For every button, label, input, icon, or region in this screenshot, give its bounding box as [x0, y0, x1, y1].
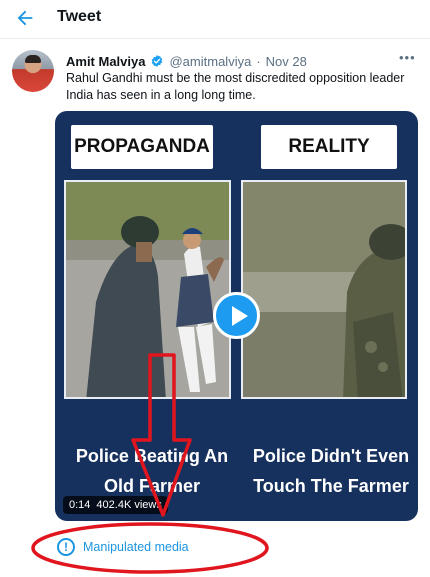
- right-caption: Police Didn't Even Touch The Farmer: [252, 446, 410, 496]
- tweet-header: Tweet: [0, 0, 430, 36]
- video-stats-badge: 0:14 402.4K views: [63, 496, 168, 514]
- label-reality: REALITY: [261, 125, 397, 169]
- page-title: Tweet: [57, 8, 102, 25]
- manipulated-media-notice[interactable]: ! Manipulated media: [57, 538, 189, 556]
- video-media[interactable]: PROPAGANDA REALITY Police Beating An Old…: [55, 111, 418, 521]
- video-time: 0:14: [69, 499, 91, 511]
- left-photo: [64, 180, 231, 399]
- info-circle-icon: !: [57, 538, 75, 556]
- tweet-text: Rahul Gandhi must be the most discredite…: [66, 71, 405, 102]
- left-caption: Police Beating An Old Farmer: [75, 446, 229, 496]
- arrow-left-icon[interactable]: [14, 7, 36, 29]
- header-divider: [0, 38, 430, 39]
- play-icon[interactable]: [213, 292, 260, 339]
- tweet-author-line: Amit Malviya @amitmalviya · Nov 28: [66, 53, 307, 69]
- author-name[interactable]: Amit Malviya: [66, 54, 145, 69]
- more-options-icon[interactable]: •••: [399, 51, 417, 65]
- video-views: 402.4K views: [96, 499, 162, 511]
- avatar[interactable]: [12, 50, 54, 92]
- tweet-date[interactable]: Nov 28: [266, 54, 307, 69]
- label-propaganda: PROPAGANDA: [71, 125, 213, 169]
- verified-badge-icon: [152, 55, 163, 67]
- separator-dot: ·: [256, 53, 261, 69]
- manipulated-media-label[interactable]: Manipulated media: [83, 540, 189, 554]
- author-handle[interactable]: @amitmalviya: [169, 54, 251, 69]
- right-photo: [241, 180, 407, 399]
